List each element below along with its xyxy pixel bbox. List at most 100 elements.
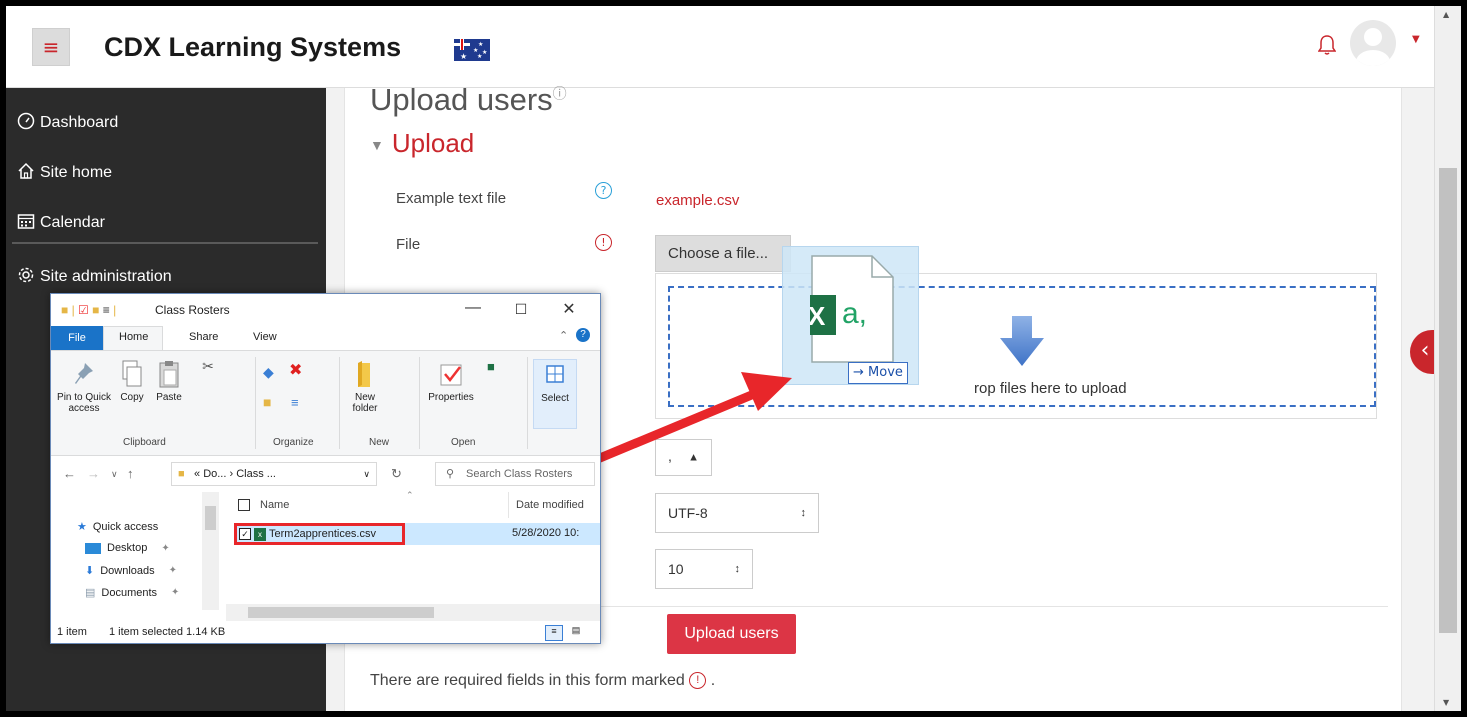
forward-icon[interactable]: → (87, 466, 100, 481)
help-icon[interactable]: ? (576, 328, 590, 342)
file-list-header: Name ⌃ Date modified (226, 490, 600, 518)
dropzone-dashed-area[interactable]: rop files here to upload (668, 286, 1376, 407)
nav-item-desktop[interactable]: Desktop ✦ (85, 542, 170, 554)
tab-view[interactable]: View (253, 331, 277, 343)
choose-file-button[interactable]: Choose a file... (655, 235, 791, 272)
scroll-up-icon[interactable]: ▲ (1443, 10, 1449, 19)
close-icon[interactable]: ✕ (559, 299, 579, 319)
sidebar-item-site-administration[interactable]: Site administration (16, 266, 172, 288)
explorer-titlebar[interactable]: ■ | ☑ ■ ≡ | Class Rosters — ☐ ✕ (51, 294, 600, 326)
drop-instructions: rop files here to upload (974, 380, 1127, 397)
upload-users-button[interactable]: Upload users (667, 614, 796, 654)
help-icon[interactable]: ⓘ (553, 86, 567, 102)
maximize-icon[interactable]: ☐ (511, 301, 531, 318)
move-to-icon[interactable]: ◆ (263, 365, 274, 379)
file-explorer-window[interactable]: ■ | ☑ ■ ≡ | Class Rosters — ☐ ✕ File Hom… (50, 293, 601, 644)
tab-file[interactable]: File (51, 326, 103, 350)
select-arrows-icon: ↕ (800, 507, 807, 519)
sidebar-item-label: Dashboard (40, 114, 119, 131)
nav-item-quick-access[interactable]: ★ Quick access (77, 520, 158, 534)
refresh-icon[interactable]: ↻ (391, 466, 402, 482)
section-header-upload[interactable]: ▼ Upload (370, 128, 474, 159)
properties-button[interactable]: Properties (427, 359, 475, 403)
pin-icon: ✦ (171, 587, 180, 598)
required-icon: ! (595, 234, 612, 251)
minimize-icon[interactable]: — (463, 299, 483, 317)
nav-item-downloads[interactable]: ⬇ Downloads ✦ (85, 564, 178, 578)
sidebar-item-label: Site home (40, 164, 113, 181)
preview-rows-select[interactable]: 10 ↕ (655, 549, 753, 589)
move-cursor-label: → Move (848, 362, 908, 384)
sidebar-item-dashboard[interactable]: Dashboard (16, 112, 118, 134)
desktop-icon (85, 542, 101, 554)
recent-dropdown-icon[interactable]: ∨ (111, 469, 118, 480)
up-icon[interactable]: ↑ (127, 466, 134, 481)
sidebar-item-calendar[interactable]: Calendar (16, 212, 105, 234)
file-dropzone[interactable]: rop files here to upload (655, 273, 1377, 419)
search-icon: ⚲ (446, 468, 455, 480)
pin-quick-access-button[interactable]: Pin to Quick access (57, 359, 111, 414)
menu-toggle-button[interactable]: ≡ (32, 28, 70, 66)
chevron-down-icon[interactable]: ∨ (363, 463, 370, 485)
scroll-thumb[interactable] (1439, 168, 1457, 633)
file-label: File (396, 236, 421, 253)
select-arrows-icon: ▲ (688, 451, 699, 463)
csv-delimiter-select[interactable]: , ▲ (655, 439, 712, 476)
ribbon-group-label: Clipboard (123, 437, 166, 448)
example-csv-link[interactable]: example.csv (656, 192, 739, 209)
nav-item-documents[interactable]: ▤ Documents ✦ (85, 586, 180, 600)
status-item-count: 1 item (57, 626, 87, 638)
back-icon[interactable]: ← (63, 466, 76, 481)
pin-icon: ✦ (168, 565, 178, 576)
address-path[interactable]: ■ « Do... › Class ... ∨ (171, 462, 377, 486)
new-folder-button[interactable]: New folder (345, 359, 385, 414)
select-all-checkbox[interactable] (238, 499, 250, 511)
chevron-left-icon: ‹ (1420, 338, 1430, 363)
documents-icon: ▤ (85, 587, 96, 599)
column-name[interactable]: Name (260, 499, 289, 511)
sidebar-item-site-home[interactable]: Site home (16, 162, 112, 184)
top-navbar: ≡ CDX Learning Systems ★ ★ ★ ★ ★ ▼ (6, 6, 1434, 88)
clipboard-icon (159, 361, 179, 388)
bell-icon[interactable] (1317, 34, 1337, 61)
search-input[interactable]: ⚲ Search Class Rosters (435, 462, 595, 486)
paste-button[interactable]: Paste (151, 359, 187, 403)
column-date-modified[interactable]: Date modified (516, 499, 584, 511)
help-icon[interactable]: ? (595, 182, 612, 199)
caret-down-icon[interactable]: ▼ (1412, 34, 1420, 45)
select-arrows-icon: ↕ (734, 563, 741, 575)
rename-icon[interactable]: ≡ (291, 396, 299, 409)
scroll-down-icon[interactable]: ▼ (1443, 698, 1449, 707)
file-list-hscrollbar[interactable] (226, 604, 600, 621)
copy-to-icon[interactable]: ■ (263, 395, 271, 409)
excel-file-icon: X a, (810, 255, 894, 363)
tab-home[interactable]: Home (119, 331, 148, 343)
cut-icon[interactable]: ✂ (195, 359, 221, 373)
site-brand[interactable]: CDX Learning Systems (104, 32, 401, 63)
sidebar-item-label: Calendar (40, 214, 105, 231)
select-button[interactable]: Select (533, 359, 577, 429)
file-row-name[interactable]: ✓ x Term2apprentices.csv (234, 523, 405, 545)
example-file-label: Example text file (396, 190, 507, 207)
status-selection: 1 item selected 1.14 KB (109, 626, 226, 638)
properties-check-icon (440, 364, 462, 386)
quick-access-toolbar-icons[interactable]: ■ | ☑ ■ ≡ | (61, 303, 116, 317)
file-checkbox[interactable]: ✓ (239, 528, 251, 540)
nav-pane-scrollbar[interactable] (202, 492, 219, 610)
star-icon: ★ (77, 521, 87, 533)
browser-viewport: ≡ CDX Learning Systems ★ ★ ★ ★ ★ ▼ Dashb… (6, 6, 1461, 711)
details-view-icon[interactable]: ≡ (545, 625, 563, 641)
copy-button[interactable]: Copy (115, 359, 149, 403)
user-avatar[interactable] (1350, 20, 1396, 66)
tab-share[interactable]: Share (189, 331, 218, 343)
file-row-date: 5/28/2020 10: (512, 527, 580, 539)
encoding-select[interactable]: UTF-8 ↕ (655, 493, 819, 533)
large-icons-view-icon[interactable]: ▤ (567, 625, 585, 641)
page-scrollbar[interactable]: ▲ ▼ (1434, 6, 1461, 711)
required-icon: ! (689, 672, 707, 690)
explorer-ribbon: Pin to Quick access Copy Paste ✂ ◆ ✖ ■ ≡… (51, 350, 600, 456)
open-excel-icon[interactable]: ■ (487, 360, 495, 373)
ribbon-group-label: Open (451, 437, 476, 448)
delete-icon[interactable]: ✖ (289, 363, 302, 379)
chevron-up-icon[interactable]: ⌃ (559, 329, 568, 342)
